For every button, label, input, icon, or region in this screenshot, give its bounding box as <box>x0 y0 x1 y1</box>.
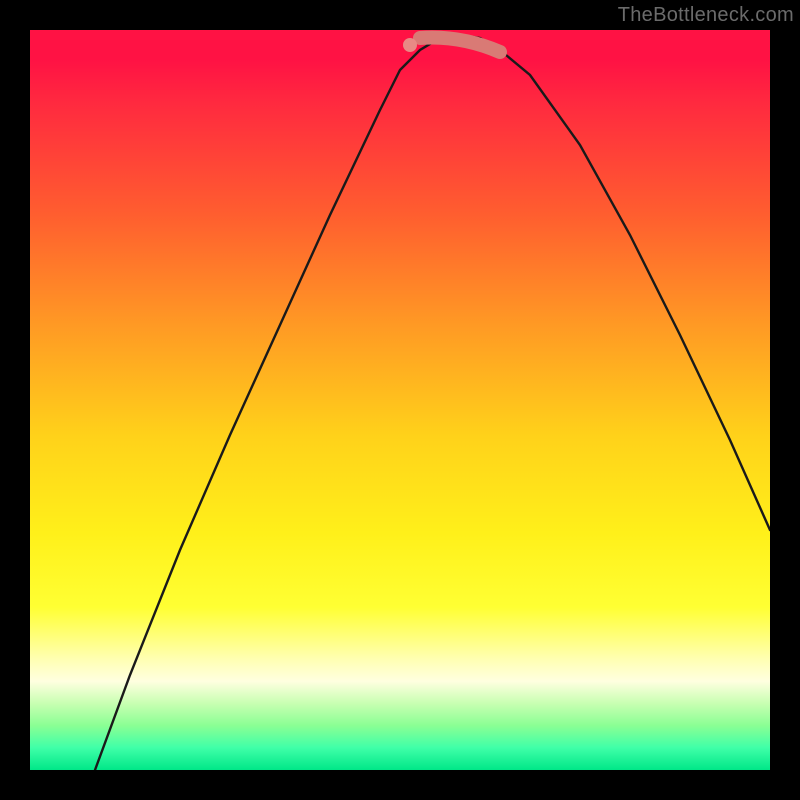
heat-gradient-background <box>30 30 770 770</box>
chart-frame <box>30 30 770 770</box>
watermark-text: TheBottleneck.com <box>618 4 794 27</box>
